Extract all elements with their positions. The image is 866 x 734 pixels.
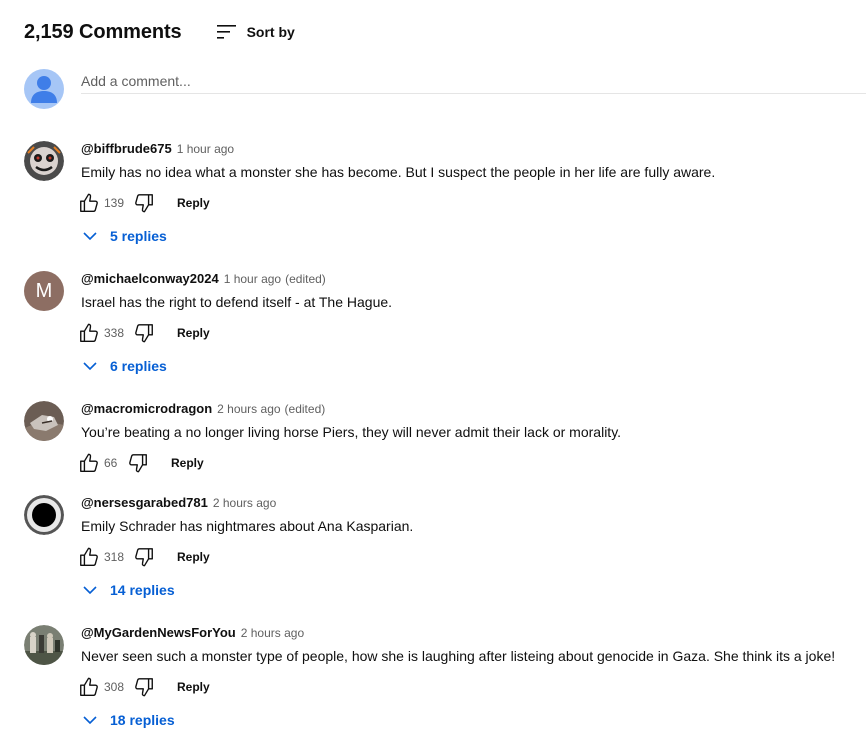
replies-label: 5 replies xyxy=(110,228,167,244)
comment-thread: @biffbrude675 1 hour ago Emily has no id… xyxy=(24,141,866,251)
thumbs-down-icon xyxy=(135,194,153,213)
thumbs-down-icon xyxy=(129,454,147,473)
view-replies-button[interactable]: 5 replies xyxy=(81,225,167,247)
person-icon xyxy=(31,76,57,103)
like-button[interactable] xyxy=(77,675,101,699)
thumbs-down-icon xyxy=(135,548,153,567)
like-count: 139 xyxy=(104,196,125,210)
like-button[interactable] xyxy=(77,321,101,345)
comment-time[interactable]: 2 hours ago xyxy=(213,496,276,510)
like-button[interactable] xyxy=(77,451,101,475)
comment-text: Never seen such a monster type of people… xyxy=(81,648,836,664)
commenter-avatar[interactable] xyxy=(24,401,64,441)
sort-by-button[interactable]: Sort by xyxy=(216,23,295,41)
comment-thread: @nersesgarabed781 2 hours ago Emily Schr… xyxy=(24,495,866,605)
comment-actions: 338 Reply xyxy=(77,321,210,345)
comment-actions: 139 Reply xyxy=(77,191,210,215)
chevron-down-icon xyxy=(83,362,97,371)
comment-author[interactable]: @macromicrodragon xyxy=(81,401,212,416)
comment-meta: @michaelconway2024 1 hour ago (edited) xyxy=(81,271,326,289)
view-replies-button[interactable]: 18 replies xyxy=(81,709,175,731)
dislike-button[interactable] xyxy=(132,191,156,215)
comment-thread: @macromicrodragon 2 hours ago (edited) Y… xyxy=(24,401,866,477)
thumbs-up-icon xyxy=(80,453,98,472)
comment-meta: @MyGardenNewsForYou 2 hours ago xyxy=(81,625,304,643)
comment-meta: @nersesgarabed781 2 hours ago xyxy=(81,495,276,513)
dislike-button[interactable] xyxy=(126,451,150,475)
comment-time[interactable]: 1 hour ago xyxy=(177,142,234,156)
thumbs-down-icon xyxy=(135,678,153,697)
thumbs-down-icon xyxy=(135,324,153,343)
comment-author[interactable]: @michaelconway2024 xyxy=(81,271,219,286)
comment-author[interactable]: @biffbrude675 xyxy=(81,141,172,156)
dislike-button[interactable] xyxy=(132,545,156,569)
commenter-avatar[interactable] xyxy=(24,141,64,181)
comment-count: 2,159 Comments xyxy=(24,21,182,43)
chevron-down-icon xyxy=(83,716,97,725)
comment-time[interactable]: 2 hours ago xyxy=(241,626,304,640)
reply-button[interactable]: Reply xyxy=(177,680,210,694)
sort-by-label: Sort by xyxy=(246,24,295,40)
avatar-letter: M xyxy=(35,279,53,302)
edited-label: (edited) xyxy=(284,402,326,416)
replies-label: 14 replies xyxy=(110,582,175,598)
comment-text: Emily has no idea what a monster she has… xyxy=(81,164,716,180)
thumbs-up-icon xyxy=(80,547,98,566)
commenter-avatar[interactable]: M xyxy=(24,271,64,311)
commenter-avatar[interactable] xyxy=(24,625,64,665)
add-comment-row xyxy=(24,69,866,109)
reply-button[interactable]: Reply xyxy=(171,456,204,470)
comment-text: Emily Schrader has nightmares about Ana … xyxy=(81,518,414,534)
like-count: 338 xyxy=(104,326,125,340)
thumbs-up-icon xyxy=(80,323,98,342)
view-replies-button[interactable]: 14 replies xyxy=(81,579,175,601)
like-count: 66 xyxy=(104,456,118,470)
comment-meta: @macromicrodragon 2 hours ago (edited) xyxy=(81,401,325,419)
commenter-avatar[interactable] xyxy=(24,495,64,535)
dislike-button[interactable] xyxy=(132,675,156,699)
reply-button[interactable]: Reply xyxy=(177,326,210,340)
chevron-down-icon xyxy=(83,232,97,241)
comment-text: Israel has the right to defend itself - … xyxy=(81,294,393,310)
comment-time[interactable]: 1 hour ago xyxy=(224,272,281,286)
comment-thread: M @michaelconway2024 1 hour ago (edited)… xyxy=(24,271,866,381)
chevron-down-icon xyxy=(83,586,97,595)
user-avatar xyxy=(24,69,64,109)
comment-actions: 318 Reply xyxy=(77,545,210,569)
add-comment-input[interactable] xyxy=(81,69,866,94)
comment-actions: 66 Reply xyxy=(77,451,204,475)
reply-button[interactable]: Reply xyxy=(177,196,210,210)
comment-actions: 308 Reply xyxy=(77,675,210,699)
comments-header: 2,159 Comments Sort by xyxy=(24,18,295,46)
sort-icon xyxy=(216,25,236,39)
edited-label: (edited) xyxy=(285,272,326,286)
comment-meta: @biffbrude675 1 hour ago xyxy=(81,141,234,159)
replies-label: 18 replies xyxy=(110,712,175,728)
view-replies-button[interactable]: 6 replies xyxy=(81,355,167,377)
comment-author[interactable]: @MyGardenNewsForYou xyxy=(81,625,236,640)
thumbs-up-icon xyxy=(80,193,98,212)
comment-author[interactable]: @nersesgarabed781 xyxy=(81,495,208,510)
comment-text: You’re beating a no longer living horse … xyxy=(81,424,622,440)
like-button[interactable] xyxy=(77,545,101,569)
like-count: 308 xyxy=(104,680,125,694)
comment-time[interactable]: 2 hours ago xyxy=(217,402,280,416)
like-button[interactable] xyxy=(77,191,101,215)
reply-button[interactable]: Reply xyxy=(177,550,210,564)
like-count: 318 xyxy=(104,550,125,564)
dislike-button[interactable] xyxy=(132,321,156,345)
thumbs-up-icon xyxy=(80,677,98,696)
comment-thread: @MyGardenNewsForYou 2 hours ago Never se… xyxy=(24,625,866,734)
replies-label: 6 replies xyxy=(110,358,167,374)
